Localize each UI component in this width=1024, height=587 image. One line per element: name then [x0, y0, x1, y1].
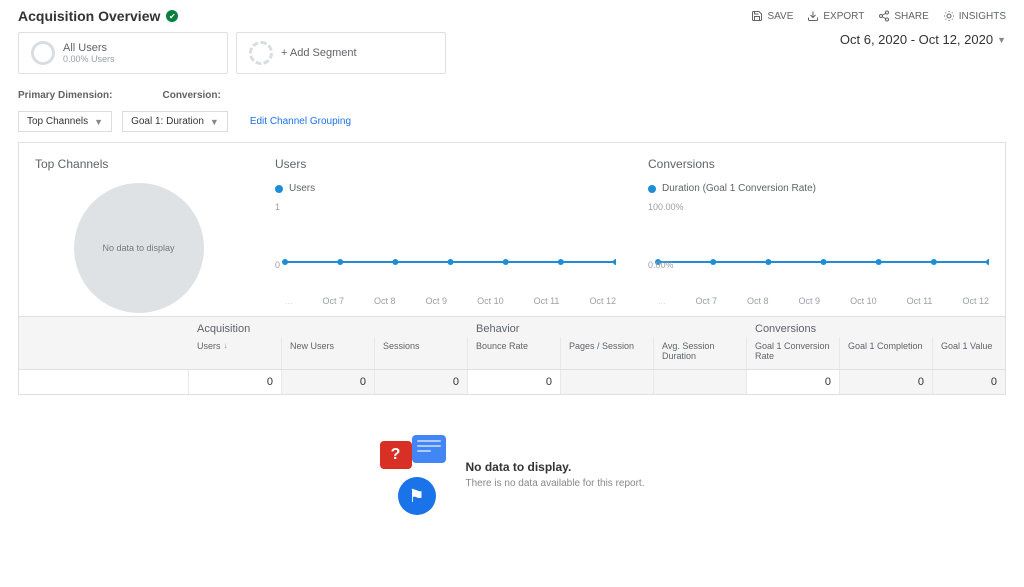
empty-subtitle: There is no data available for this repo…	[466, 477, 645, 490]
page-title: Acquisition Overview	[18, 8, 160, 24]
chevron-down-icon: ▼	[210, 117, 219, 127]
col-avg-session[interactable]: Avg. Session Duration	[654, 337, 747, 369]
users-legend: Users	[275, 183, 616, 194]
segment-sub: 0.00% Users	[63, 54, 115, 64]
conversion-label: Conversion:	[162, 90, 220, 101]
flag-circle-icon: ⚑	[398, 477, 436, 515]
export-button[interactable]: EXPORT	[807, 10, 864, 22]
share-icon	[878, 10, 890, 22]
conversions-title: Conversions	[648, 157, 989, 171]
conversions-line-chart	[648, 202, 989, 272]
legend-dot-icon	[648, 185, 656, 193]
save-icon	[751, 10, 763, 22]
edit-channel-grouping-link[interactable]: Edit Channel Grouping	[250, 116, 351, 127]
page-header: Acquisition Overview ✔ SAVE EXPORT SHARE…	[0, 0, 1024, 28]
segment-circle-icon	[31, 41, 55, 65]
primary-dimension-label: Primary Dimension:	[18, 90, 112, 101]
empty-title: No data to display.	[466, 460, 645, 474]
conversions-panel: Conversions Duration (Goal 1 Conversion …	[632, 143, 1005, 316]
dropdown-row: Top Channels ▼ Goal 1: Duration ▼ Edit C…	[0, 107, 1024, 142]
insights-icon	[943, 10, 955, 22]
users-title: Users	[275, 157, 616, 171]
col-goal1-completion[interactable]: Goal 1 Completion	[840, 337, 933, 369]
table-row: 0 0 0 0 0 0 0	[18, 370, 1006, 395]
col-goal1-value[interactable]: Goal 1 Value	[933, 337, 1005, 369]
add-segment-button[interactable]: + Add Segment	[236, 32, 446, 74]
conversions-x-axis: ... Oct 7 Oct 8 Oct 9 Oct 10 Oct 11 Oct …	[648, 292, 989, 316]
primary-dimension-dropdown[interactable]: Top Channels ▼	[18, 111, 112, 132]
add-segment-label: + Add Segment	[281, 47, 357, 59]
group-acquisition: Acquisition	[189, 317, 468, 337]
col-bounce-rate[interactable]: Bounce Rate	[468, 337, 561, 369]
users-x-axis: ... Oct 7 Oct 8 Oct 9 Oct 10 Oct 11 Oct …	[275, 292, 616, 316]
subheader: All Users 0.00% Users + Add Segment Oct …	[0, 28, 1024, 74]
chevron-down-icon: ▼	[94, 117, 103, 127]
chat-bubble-icon	[412, 435, 446, 463]
conversions-legend: Duration (Goal 1 Conversion Rate)	[648, 183, 989, 194]
users-line-chart	[275, 202, 616, 272]
top-channels-panel: Top Channels No data to display	[19, 143, 259, 316]
top-channels-title: Top Channels	[35, 157, 242, 171]
group-behavior: Behavior	[468, 317, 747, 337]
header-actions: SAVE EXPORT SHARE INSIGHTS	[751, 10, 1006, 22]
col-sessions[interactable]: Sessions	[375, 337, 468, 369]
verified-badge-icon: ✔	[166, 10, 178, 22]
users-chart: 1 0	[275, 202, 616, 292]
share-button[interactable]: SHARE	[878, 10, 928, 22]
dimension-labels: Primary Dimension: Conversion:	[0, 74, 1024, 107]
sort-down-icon: ↓	[224, 341, 228, 350]
insights-button[interactable]: INSIGHTS	[943, 10, 1006, 22]
conversion-dropdown[interactable]: Goal 1: Duration ▼	[122, 111, 228, 132]
date-range-label: Oct 6, 2020 - Oct 12, 2020	[840, 32, 993, 47]
chevron-down-icon: ▼	[997, 35, 1006, 45]
col-new-users[interactable]: New Users	[282, 337, 375, 369]
legend-dot-icon	[275, 185, 283, 193]
users-panel: Users Users 1 0 ... Oct 7 Oct 8 Oct 9 Oc…	[259, 143, 632, 316]
col-goal1-rate[interactable]: Goal 1 Conversion Rate	[747, 337, 840, 369]
donut-chart-empty: No data to display	[74, 183, 204, 313]
conversions-chart: 100.00% 0.00%	[648, 202, 989, 292]
acquisition-table: Acquisition Behavior Conversions Users↓ …	[18, 317, 1006, 395]
question-bubble-icon: ?	[380, 441, 412, 469]
export-icon	[807, 10, 819, 22]
empty-state: ? ⚑ No data to display. There is no data…	[0, 435, 1024, 515]
group-conversions: Conversions	[747, 317, 1005, 337]
col-users[interactable]: Users↓	[189, 337, 282, 369]
date-range-picker[interactable]: Oct 6, 2020 - Oct 12, 2020 ▼	[840, 32, 1006, 47]
segment-title: All Users	[63, 42, 115, 54]
chart-panels: Top Channels No data to display Users Us…	[18, 142, 1006, 317]
save-button[interactable]: SAVE	[751, 10, 793, 22]
add-segment-circle-icon	[249, 41, 273, 65]
col-pages-session[interactable]: Pages / Session	[561, 337, 654, 369]
segment-all-users[interactable]: All Users 0.00% Users	[18, 32, 228, 74]
empty-state-illustration: ? ⚑	[380, 435, 450, 515]
